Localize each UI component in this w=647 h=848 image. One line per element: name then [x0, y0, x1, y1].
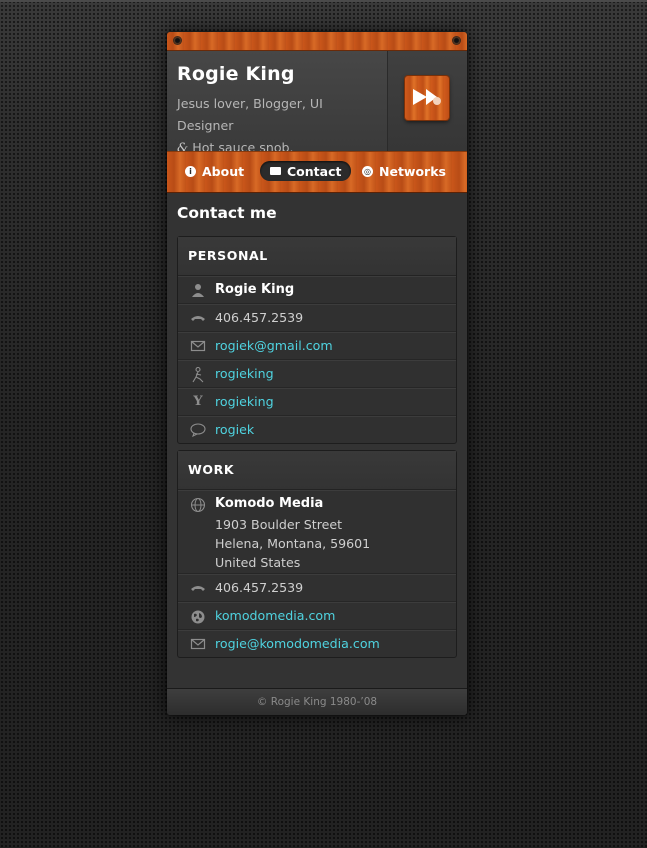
phone-icon [190, 311, 206, 325]
work-heading: WORK [178, 451, 456, 490]
person-icon [190, 283, 206, 297]
list-item[interactable]: rogieking [178, 360, 456, 388]
list-item: 406.457.2539 [178, 304, 456, 332]
globe-outline-icon [190, 497, 206, 513]
globe-icon [190, 609, 206, 624]
personal-panel: PERSONAL Rogie King 406.457.2539 rogiek@… [177, 236, 457, 444]
tagline-line-1: Jesus lover, Blogger, UI Designer [177, 96, 323, 133]
personal-email-link[interactable]: rogiek@gmail.com [215, 333, 333, 359]
logo-panel [387, 51, 467, 151]
tab-networks-label: Networks [379, 163, 446, 179]
phone-icon [190, 581, 206, 595]
work-panel: WORK Komodo Media 1903 Boulder Street He… [177, 450, 457, 658]
komodo-logo-icon[interactable] [405, 76, 449, 120]
address-line: United States [215, 555, 301, 570]
copyright-text: © Rogie King 1980-’08 [256, 696, 378, 708]
personal-heading: PERSONAL [178, 237, 456, 276]
list-item: Rogie King [178, 276, 456, 304]
tab-networks[interactable]: ◎ Networks [362, 161, 446, 181]
msn-link[interactable]: rogiek [215, 417, 254, 443]
company-name: Komodo Media [215, 496, 324, 511]
list-item[interactable]: rogiek [178, 416, 456, 443]
top-rule [0, 0, 647, 2]
personal-phone: 406.457.2539 [215, 310, 304, 325]
mail-icon [190, 339, 206, 353]
wood-header-strip [167, 32, 467, 51]
globe-icon: ◎ [362, 165, 373, 177]
info-icon: i [185, 165, 196, 177]
list-item[interactable]: Y rogieking [178, 388, 456, 416]
list-item[interactable]: rogiek@gmail.com [178, 332, 456, 360]
profile-card: Rogie King Jesus lover, Blogger, UI Desi… [167, 32, 467, 715]
address-line: 1903 Boulder Street [215, 517, 343, 532]
mail-icon [190, 637, 206, 651]
tab-about[interactable]: i About [185, 161, 244, 181]
work-email-link[interactable]: rogie@komodomedia.com [215, 631, 380, 657]
tab-contact[interactable]: Contact [260, 161, 352, 181]
footer: © Rogie King 1980-’08 [167, 688, 467, 715]
screw-icon [452, 36, 461, 45]
page-title: Contact me [177, 204, 277, 222]
profile-tagline: Jesus lover, Blogger, UI Designer & Hot … [177, 93, 382, 159]
aim-icon [190, 366, 206, 383]
screw-icon [173, 36, 182, 45]
yahoo-icon: Y [193, 394, 203, 409]
chat-bubble-icon [190, 423, 206, 438]
website-link[interactable]: komodomedia.com [215, 603, 335, 629]
yahoo-link[interactable]: rogieking [215, 389, 274, 415]
aim-link[interactable]: rogieking [215, 361, 274, 387]
profile-header: Rogie King Jesus lover, Blogger, UI Desi… [167, 51, 467, 155]
company-address: 1903 Boulder Street Helena, Montana, 596… [215, 515, 370, 572]
work-phone: 406.457.2539 [215, 580, 304, 595]
address-line: Helena, Montana, 59601 [215, 536, 371, 551]
mail-icon [270, 167, 281, 175]
list-item[interactable]: rogie@komodomedia.com [178, 630, 456, 657]
list-item: Komodo Media 1903 Boulder Street Helena,… [178, 490, 456, 574]
profile-name: Rogie King [177, 63, 295, 85]
list-item: 406.457.2539 [178, 574, 456, 602]
tab-about-label: About [202, 163, 245, 179]
contact-name: Rogie King [215, 282, 295, 297]
list-item[interactable]: komodomedia.com [178, 602, 456, 630]
main-nav: i About Contact ◎ Networks [167, 151, 467, 193]
tab-contact-label: Contact [287, 163, 342, 179]
